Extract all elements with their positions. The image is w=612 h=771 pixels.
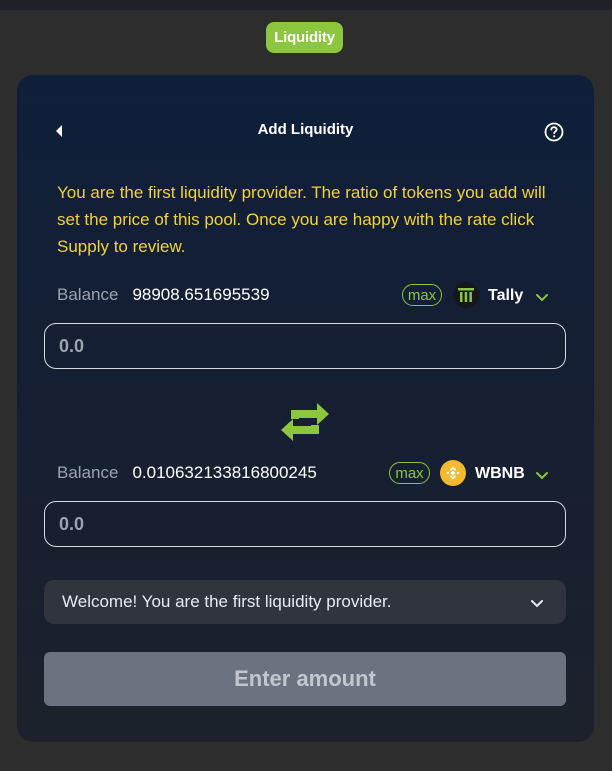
chevron-down-icon[interactable]: [535, 290, 549, 302]
bnb-token-icon[interactable]: [440, 460, 466, 486]
max-button[interactable]: max: [402, 284, 442, 306]
token-a-amount-input[interactable]: [44, 323, 566, 369]
token-b-symbol[interactable]: WBNB: [475, 465, 525, 483]
add-liquidity-card: Add Liquidity You are the first liquidit…: [17, 75, 594, 742]
chevron-down-icon[interactable]: [535, 468, 549, 480]
first-provider-notice: You are the first liquidity provider. Th…: [57, 183, 546, 256]
swap-arrows-icon[interactable]: [277, 399, 333, 447]
balance-value: 0.010632133816800245: [132, 463, 317, 482]
top-strip: [0, 0, 612, 10]
token-a-balance-row: Balance 98908.651695539: [57, 282, 557, 308]
token-b-amount-input[interactable]: [44, 501, 566, 547]
balance-value: 98908.651695539: [132, 285, 270, 304]
card-title: Add Liquidity: [257, 121, 354, 138]
balance-label: Balance: [57, 463, 119, 482]
info-collapsible[interactable]: Welcome! You are the first liquidity pro…: [44, 580, 566, 624]
tally-token-icon[interactable]: [453, 282, 479, 308]
question-circle-icon[interactable]: [544, 122, 564, 142]
info-text: Welcome! You are the first liquidity pro…: [62, 592, 392, 611]
token-a-symbol[interactable]: Tally: [488, 287, 523, 305]
balance-label: Balance: [57, 285, 119, 304]
liquidity-tab[interactable]: Liquidity: [266, 22, 343, 53]
chevron-down-icon[interactable]: [530, 596, 544, 608]
enter-amount-button[interactable]: Enter amount: [44, 652, 566, 706]
max-button[interactable]: max: [389, 462, 430, 484]
